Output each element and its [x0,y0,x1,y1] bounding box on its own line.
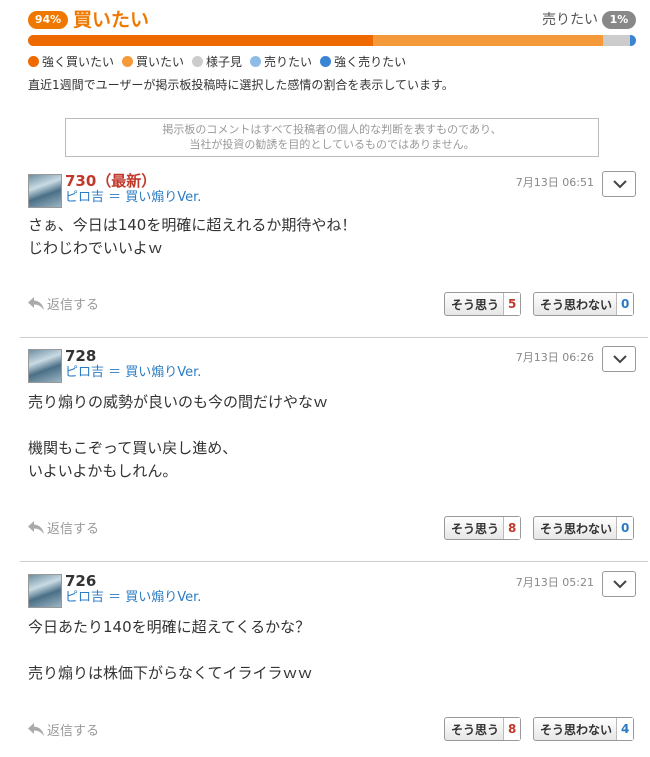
disagree-button[interactable]: そう思わない 0 [533,292,635,316]
disagree-label: そう思わない [540,722,613,737]
legend-item: 強く売りたい [320,53,406,70]
legend-item: 売りたい [250,53,312,70]
disclaimer-box: 掲示板のコメントはすべて投稿者の個人的な判断を表すものであり、 当社が投資の勧誘… [65,118,599,157]
post-date: 7月13日 06:51 [515,176,594,189]
legend-dot-icon [122,55,134,67]
sell-percent-badge: 1% [602,11,636,29]
disagree-count: 4 [616,718,634,740]
sentiment-bar [28,35,636,46]
agree-label: そう思う [451,722,500,737]
author-name[interactable]: ピロ吉 ＝ 買い煽りVer. [65,190,201,206]
reply-icon [28,723,44,736]
post-726: 726 ピロ吉 ＝ 買い煽りVer. 7月13日 05:21 今日あたり140を… [20,566,648,757]
reply-label: 返信する [47,724,100,739]
avatar[interactable] [28,349,62,383]
post-line [28,414,328,437]
legend-item: 買いたい [122,53,184,70]
legend-label: 売りたい [264,54,313,69]
disagree-label: そう思わない [540,297,613,312]
agree-button[interactable]: そう思う 5 [444,292,522,316]
post-body: 今日あたり140を明確に超えてくるかな？ 売り煽りは株価下がらなくてイライラｗｗ [28,616,313,685]
bar-segment-neutral [602,35,630,46]
author-name[interactable]: ピロ吉 ＝ 買い煽りVer. [65,365,201,381]
disagree-count: 0 [616,517,634,539]
post-date: 7月13日 06:26 [515,351,594,364]
post-line: 売り煽りは株価下がらなくてイライラｗｗ [28,664,313,682]
sentiment-header: 94% 買いたい 売りたい 1% [28,8,636,34]
bar-segment-strong-buy [28,35,373,46]
legend-label: 様子見 [206,54,243,69]
disagree-count: 0 [616,293,634,315]
legend-dot-icon [250,55,262,67]
reply-label: 返信する [47,298,100,313]
agree-button[interactable]: そう思う 8 [444,717,522,741]
post-menu-button[interactable] [602,571,636,597]
disclaimer-line-1: 掲示板のコメントはすべて投稿者の個人的な判断を表すものであり、 [162,123,502,136]
disagree-label: そう思わない [540,521,613,536]
chevron-down-icon [613,580,627,589]
avatar[interactable] [28,174,62,208]
post-number[interactable]: 726 [65,572,96,590]
post-728: 728 ピロ吉 ＝ 買い煽りVer. 7月13日 06:26 売り煽りの威勢が良… [20,341,648,562]
post-body: 売り煽りの威勢が良いのも今の間だけやなｗ 機関もこぞって買い戻し進め、 いよいよ… [28,391,328,483]
disagree-button[interactable]: そう思わない 4 [533,717,635,741]
reply-link[interactable]: 返信する [28,720,99,739]
bar-segment-buy [372,35,603,46]
post-number[interactable]: 730（最新） [65,172,156,190]
legend-label: 買いたい [136,54,185,69]
agree-button[interactable]: そう思う 8 [444,516,522,540]
buy-label: 買いたい [73,9,150,31]
reply-label: 返信する [47,522,100,537]
agree-count: 8 [503,517,521,539]
legend-dot-icon [28,55,39,67]
legend-item: 様子見 [192,53,242,70]
post-line: さぁ、今日は140を明確に超えれるか期待やね！ [28,216,357,234]
buy-percent-badge: 94% [28,11,68,29]
chevron-down-icon [613,180,627,189]
disclaimer-line-2: 当社が投資の勧誘を目的としているものではありません。 [189,138,475,151]
reply-icon [28,521,44,534]
legend-item: 強く買いたい [28,53,114,70]
agree-label: そう思う [451,297,500,312]
sell-label: 売りたい [542,12,598,28]
post-730: 730（最新） ピロ吉 ＝ 買い煽りVer. 7月13日 06:51 さぁ、今日… [20,166,648,338]
post-line: 今日あたり140を明確に超えてくるかな？ [28,618,311,636]
legend-label: 強く買いたい [42,54,115,69]
chevron-down-icon [613,355,627,364]
agree-count: 5 [503,293,521,315]
legend-dot-icon [320,55,332,67]
legend-label: 強く売りたい [334,54,407,69]
post-line [28,639,313,662]
sentiment-legend: 強く買いたい 買いたい 様子見 売りたい 強く売りたい [28,52,414,70]
post-number[interactable]: 728 [65,347,96,365]
post-line: 売り煽りの威勢が良いのも今の間だけやなｗ [28,393,329,411]
post-line: じわじわでいいよｗ [28,239,163,257]
post-menu-button[interactable] [602,171,636,197]
reply-link[interactable]: 返信する [28,518,99,537]
agree-count: 8 [503,718,521,740]
bar-segment-strong-sell [629,35,636,46]
reply-icon [28,297,44,310]
disagree-button[interactable]: そう思わない 0 [533,516,635,540]
post-body: さぁ、今日は140を明確に超えれるか期待やね！ じわじわでいいよｗ [28,214,356,260]
post-line: いよいよかもしれん。 [28,462,178,480]
legend-dot-icon [192,55,204,67]
reply-link[interactable]: 返信する [28,294,99,313]
post-menu-button[interactable] [602,346,636,372]
agree-label: そう思う [451,521,500,536]
sentiment-note: 直近1週間でユーザーが掲示板投稿時に選択した感情の割合を表示しています。 [28,78,454,92]
post-date: 7月13日 05:21 [515,576,594,589]
avatar[interactable] [28,574,62,608]
post-line: 機関もこぞって買い戻し進め、 [28,439,238,457]
author-name[interactable]: ピロ吉 ＝ 買い煽りVer. [65,590,201,606]
